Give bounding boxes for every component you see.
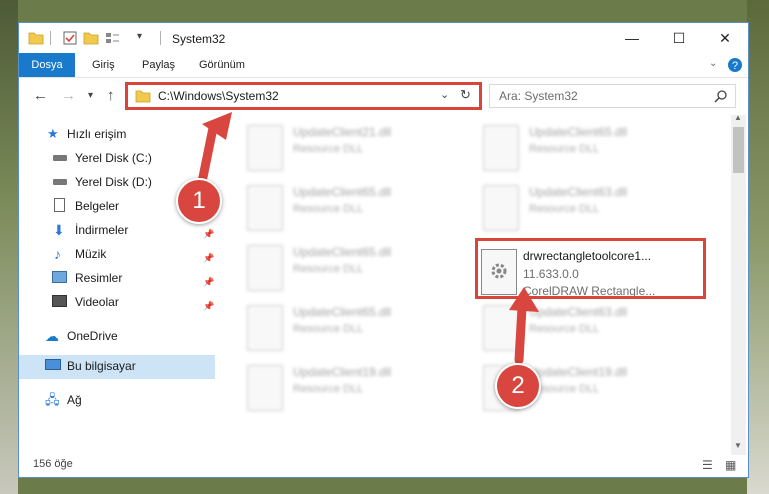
chevron-down-icon[interactable]: ▾ — [137, 31, 142, 42]
toolbar-separator — [160, 31, 161, 45]
file-item[interactable]: UpdateClient63.dll Resource DLL — [477, 181, 707, 237]
pictures-icon — [52, 271, 67, 283]
dll-file-icon — [247, 365, 283, 411]
dll-file-icon — [247, 185, 283, 231]
step-marker-1: 1 — [176, 178, 222, 224]
up-arrow-icon[interactable]: ↑ — [107, 87, 115, 104]
title-bar: ▾ System32 — ☐ ✕ — [19, 23, 748, 53]
file-item[interactable]: UpdateClient21.dll Resource DLL — [241, 121, 471, 177]
documents-icon — [54, 198, 65, 212]
search-input[interactable]: Ara: System32 — [489, 84, 736, 108]
dll-file-icon — [483, 185, 519, 231]
status-bar: 156 öğe ☰ ▦ — [19, 455, 748, 477]
window-title: System32 — [172, 32, 226, 46]
scrollbar-thumb[interactable] — [733, 127, 744, 173]
close-button[interactable]: ✕ — [702, 23, 748, 53]
dll-file-icon — [247, 245, 283, 291]
vertical-scrollbar[interactable]: ▲ ▼ — [731, 113, 746, 455]
nav-item-quick-access[interactable]: ★ Hızlı erişim — [19, 123, 215, 145]
tab-home[interactable]: Giriş — [92, 53, 115, 77]
folder-icon — [28, 32, 44, 45]
file-highlight-box — [475, 238, 706, 299]
tab-share[interactable]: Paylaş — [142, 53, 175, 77]
nav-item-local-disk-c[interactable]: Yerel Disk (C:) — [19, 147, 215, 169]
forward-arrow-icon[interactable]: → — [61, 87, 76, 104]
step-marker-2: 2 — [495, 363, 541, 409]
dll-file-icon — [247, 125, 283, 171]
pin-icon[interactable]: 📌 — [203, 247, 214, 269]
nav-item-pictures[interactable]: Resimler 📌 — [19, 267, 215, 289]
minimize-button[interactable]: — — [609, 23, 655, 53]
svg-text:?: ? — [732, 60, 738, 72]
download-icon: ⬇ — [53, 222, 65, 238]
pin-icon[interactable]: 📌 — [203, 295, 214, 317]
pin-icon[interactable]: 📌 — [203, 223, 214, 245]
recent-locations-icon[interactable]: ▾ — [88, 90, 93, 101]
file-item[interactable]: UpdateClient63.dll Resource DLL — [477, 301, 707, 357]
network-icon: 🖧 — [45, 392, 60, 407]
file-item[interactable]: UpdateClient65.dll Resource DLL — [241, 301, 471, 357]
toolbar-separator — [50, 31, 51, 45]
scroll-down-icon[interactable]: ▼ — [734, 441, 742, 450]
dll-file-icon — [247, 305, 283, 351]
videos-icon — [52, 295, 67, 307]
desktop-background-left — [0, 0, 18, 494]
desktop-background-right — [747, 0, 769, 494]
help-icon[interactable]: ? — [727, 57, 743, 73]
file-item[interactable]: UpdateClient65.dll Resource DLL — [241, 181, 471, 237]
drive-icon — [53, 155, 67, 161]
back-arrow-icon[interactable]: ← — [33, 87, 48, 104]
dll-file-icon — [483, 305, 519, 351]
expand-ribbon-icon[interactable]: ⌄ — [709, 58, 717, 69]
nav-item-onedrive[interactable]: ☁ OneDrive — [19, 325, 215, 347]
nav-item-downloads[interactable]: ⬇ İndirmeler 📌 — [19, 219, 215, 241]
properties-icon[interactable] — [62, 30, 78, 46]
computer-icon — [45, 359, 61, 370]
pin-icon[interactable]: 📌 — [203, 271, 214, 293]
customize-toolbar-icon[interactable] — [105, 30, 121, 46]
details-view-icon[interactable]: ☰ — [702, 458, 713, 472]
maximize-button[interactable]: ☐ — [656, 23, 702, 53]
nav-item-music[interactable]: ♪ Müzik 📌 — [19, 243, 215, 265]
search-icon[interactable] — [714, 89, 728, 103]
dll-file-icon — [483, 125, 519, 171]
tab-view[interactable]: Görünüm — [199, 53, 245, 77]
tab-file[interactable]: Dosya — [19, 53, 75, 77]
file-item[interactable]: UpdateClient65.dll Resource DLL — [241, 241, 471, 297]
search-placeholder: Ara: System32 — [499, 89, 578, 103]
navigation-pane: ★ Hızlı erişim Yerel Disk (C:) Yerel Dis… — [19, 115, 215, 455]
new-folder-icon[interactable] — [83, 30, 99, 46]
nav-item-network[interactable]: 🖧 Ağ — [19, 389, 215, 411]
address-highlight-box — [125, 82, 482, 110]
file-item[interactable]: UpdateClient19.dll Resource DLL — [241, 361, 471, 417]
tiles-view-icon[interactable]: ▦ — [725, 458, 736, 472]
nav-item-videos[interactable]: Videolar 📌 — [19, 291, 215, 313]
star-icon: ★ — [47, 126, 59, 141]
drive-icon — [53, 179, 67, 185]
file-item[interactable]: UpdateClient65.dll Resource DLL — [477, 121, 707, 177]
item-count: 156 öğe — [33, 458, 73, 470]
music-icon: ♪ — [54, 246, 61, 262]
ribbon-tabs: Dosya Giriş Paylaş Görünüm ⌄ ? — [19, 53, 748, 78]
cloud-icon: ☁ — [45, 328, 59, 344]
nav-item-this-pc[interactable]: Bu bilgisayar — [19, 355, 215, 379]
scroll-up-icon[interactable]: ▲ — [734, 113, 742, 122]
